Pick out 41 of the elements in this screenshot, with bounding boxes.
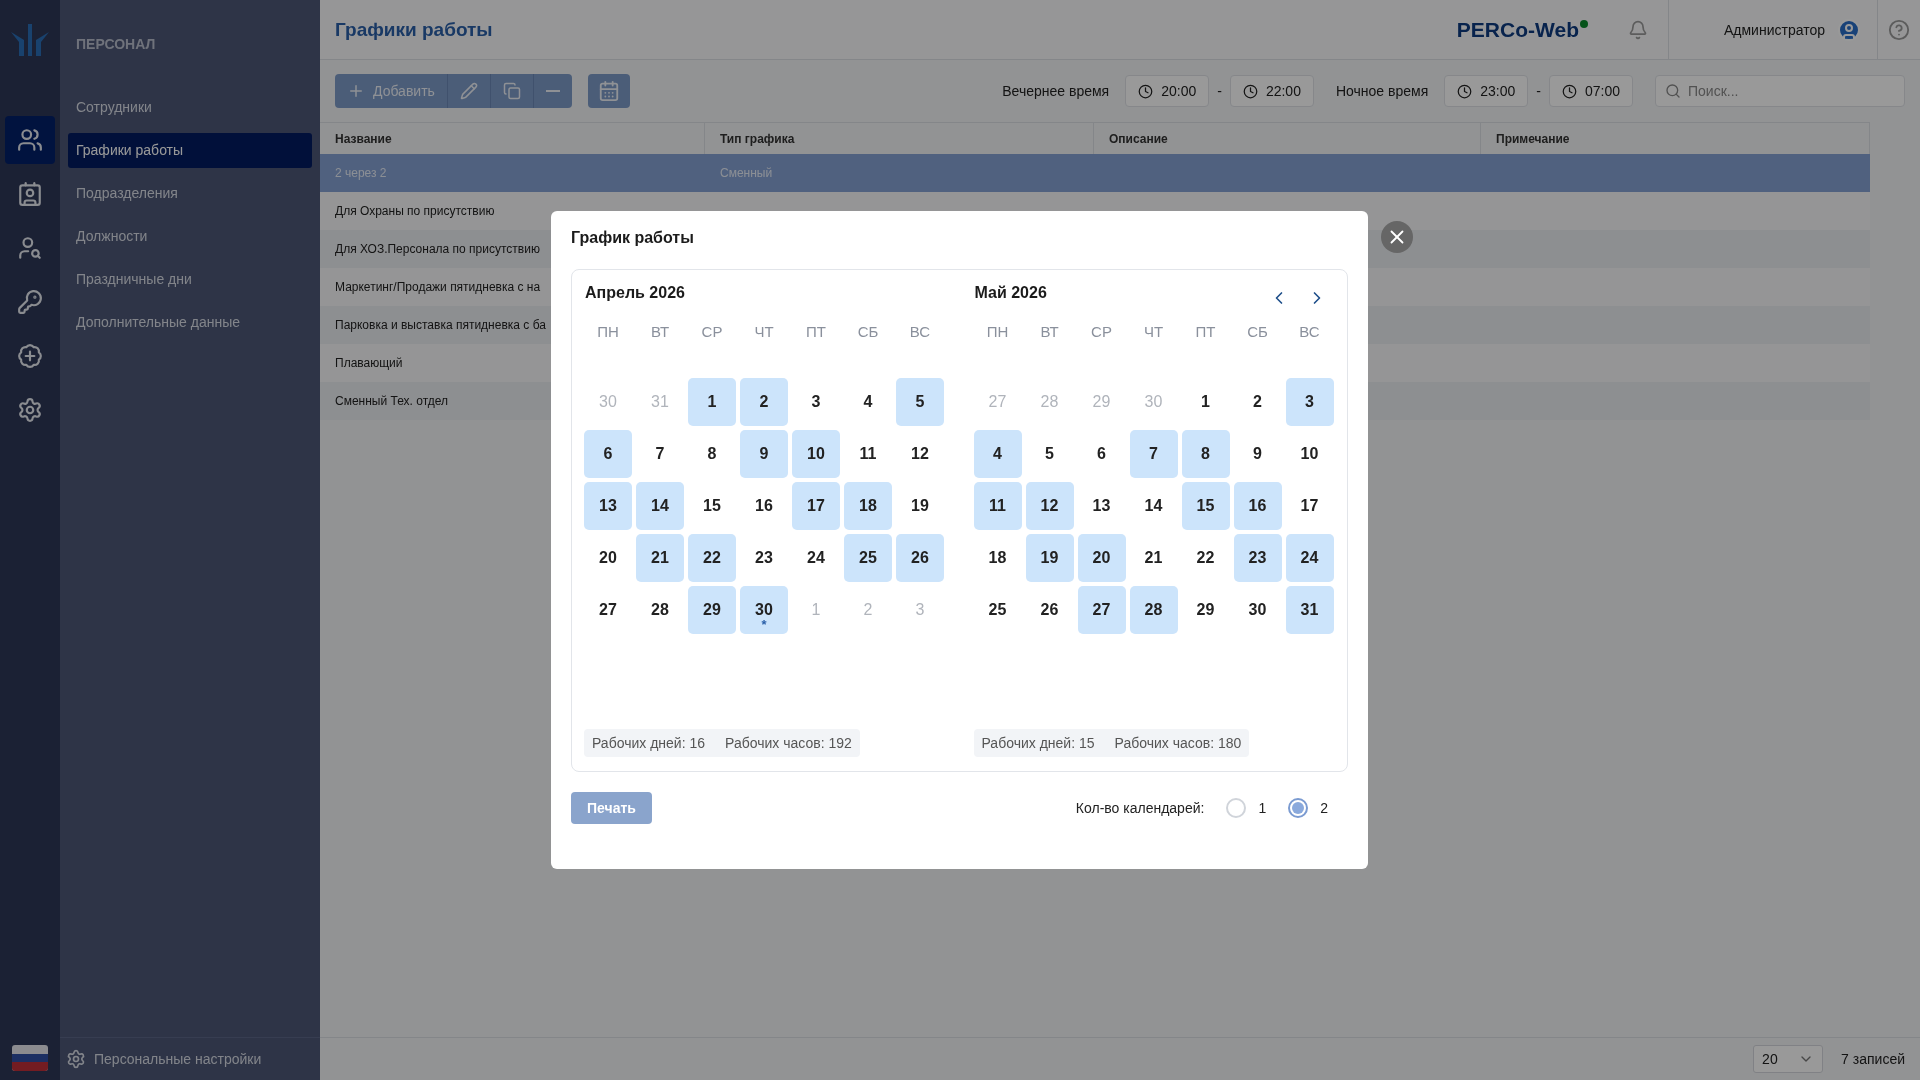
weekday-label: ЧТ [753, 322, 775, 342]
weekday-label: СБ [856, 322, 880, 342]
stat-text: Рабочих часов: 180 [1114, 735, 1242, 751]
record-count: 7 записей [1841, 1051, 1905, 1067]
day-marker: * [761, 618, 767, 631]
table-cell: Для Охраны по присутствию [335, 204, 495, 218]
weekday-label: ВС [908, 322, 932, 342]
radio-label: 2 [1320, 800, 1328, 816]
page-title: Графики работы [334, 18, 494, 41]
table-cell: 2 через 2 [335, 166, 387, 180]
table-cell: Сменный Тех. отдел [335, 394, 449, 408]
table-cell: Парковка и выставка пятидневка с ба [335, 318, 546, 332]
weekday-label: ПН [596, 322, 620, 342]
weekday-label: ПН [985, 322, 1010, 342]
radio-label: 1 [1258, 800, 1267, 816]
range-dash: - [1536, 83, 1541, 99]
stat-text: Рабочих дней: 16 [592, 735, 706, 751]
weekday-label: СР [700, 322, 724, 342]
table-cell: Для ХОЗ.Персонала по присутствию [335, 242, 540, 256]
weekday-label: СР [1090, 322, 1113, 342]
weekday-label: ВТ [649, 322, 671, 342]
table-cell: Маркетинг/Продажи пятидневка с на [335, 280, 541, 294]
calendar-count-label: Кол-во календарей: [1075, 800, 1205, 816]
night-label: Ночное время [1335, 83, 1429, 99]
range-dash: - [1217, 83, 1222, 99]
weekday-label: ВС [1298, 322, 1321, 342]
section-heading: ПЕРСОНАЛ [76, 36, 157, 52]
evening-label: Вечернее время [1002, 83, 1110, 99]
stat-text: Рабочих часов: 192 [725, 735, 852, 751]
weekday-label: СБ [1246, 322, 1269, 342]
stat-text: Рабочих дней: 15 [981, 735, 1095, 751]
dialog-title: График работы [571, 229, 695, 247]
weekday-label: ПТ [1194, 322, 1217, 342]
weekday-label: ПТ [805, 322, 827, 342]
month-title: Апрель 2026 [584, 284, 685, 303]
month-title: Май 2026 [973, 284, 1047, 303]
weekday-label: ЧТ [1142, 322, 1165, 342]
weekday-label: ВТ [1039, 322, 1060, 342]
brand-logo: PERCo-Web [1456, 16, 1588, 43]
table-cell: Сменный [720, 166, 773, 180]
table-cell: Плавающий [335, 356, 403, 370]
